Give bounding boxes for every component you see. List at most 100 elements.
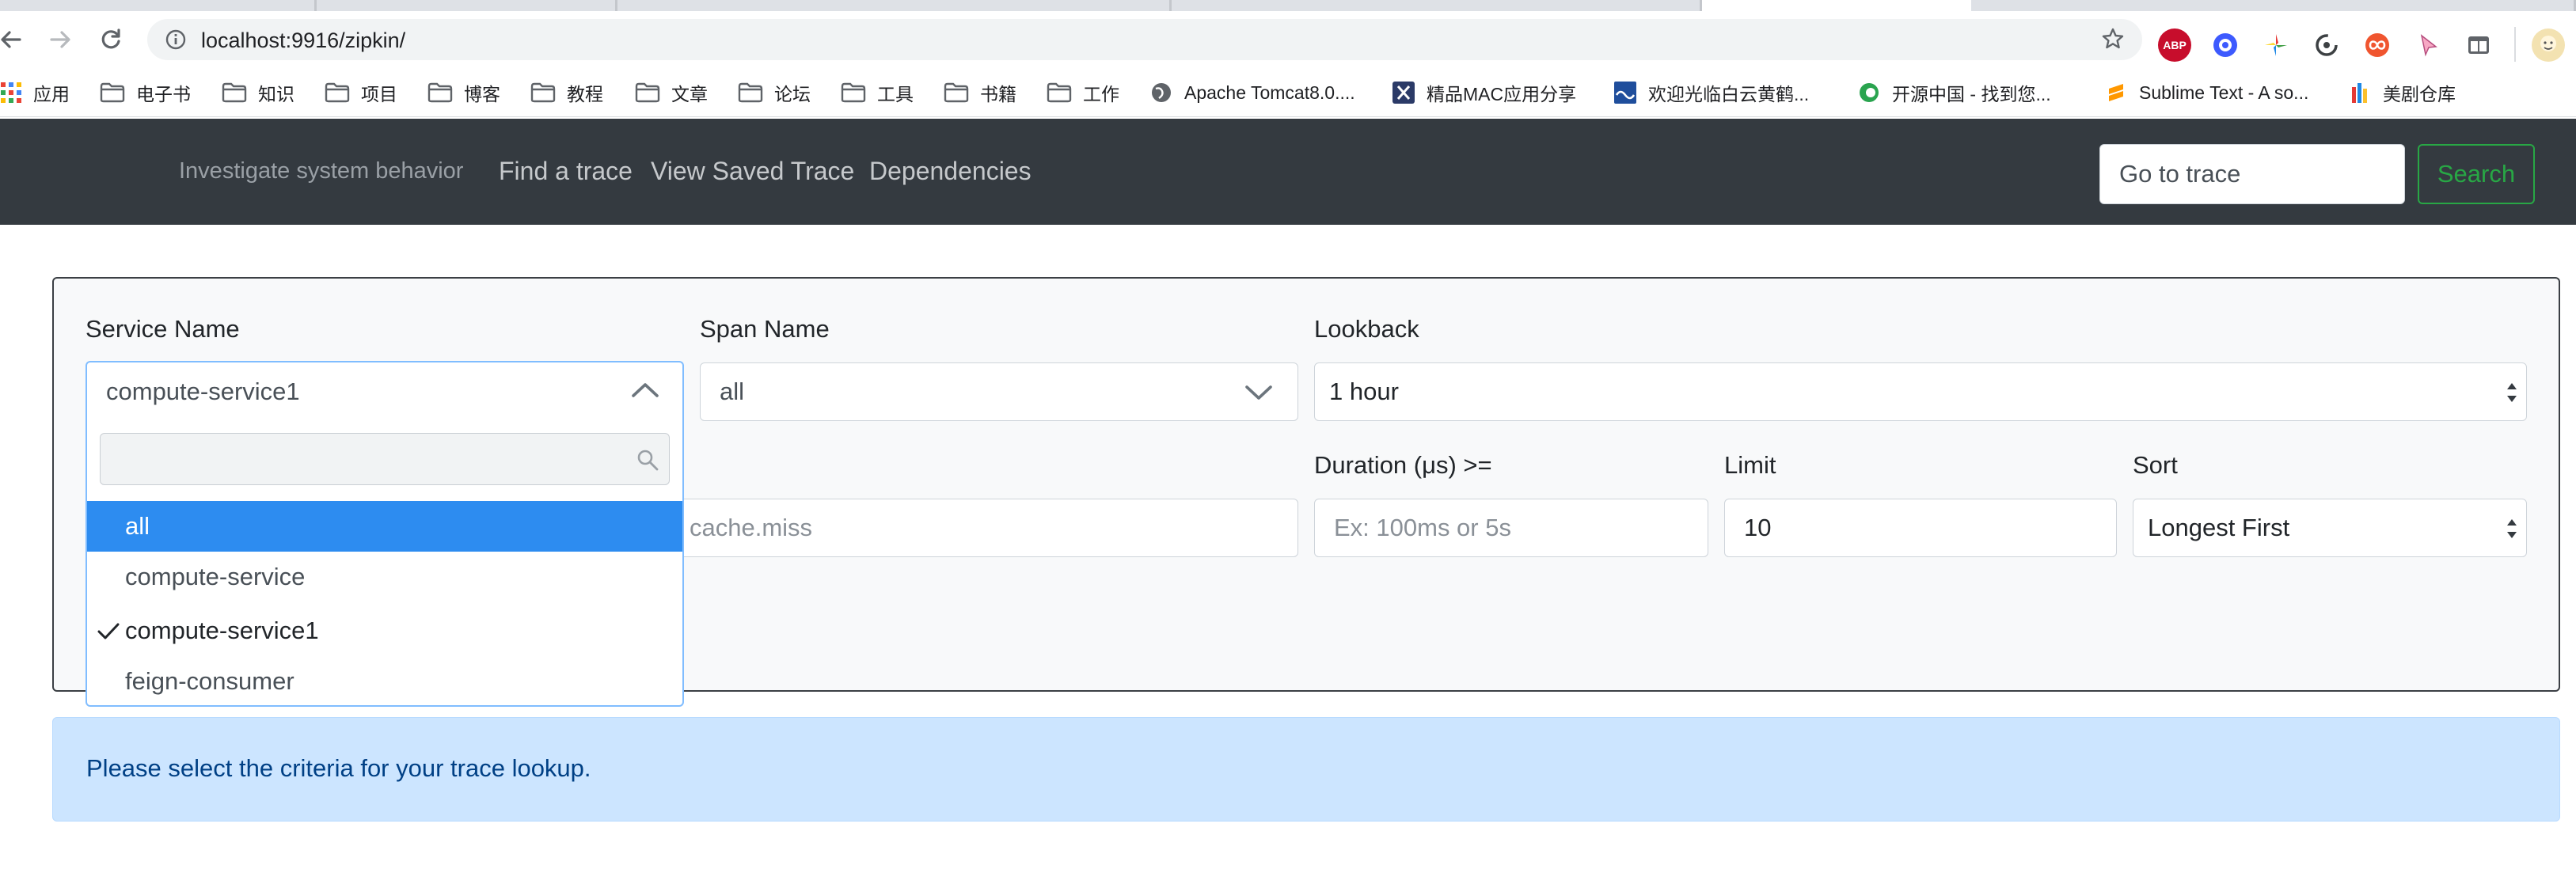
folder-icon bbox=[635, 82, 660, 103]
window-extension-icon[interactable] bbox=[2462, 28, 2495, 62]
folder-icon bbox=[427, 82, 453, 103]
search-icon bbox=[637, 450, 659, 471]
nav-find-trace[interactable]: Find a trace bbox=[499, 157, 633, 186]
folder-icon bbox=[530, 82, 556, 103]
search-button[interactable]: Search bbox=[2418, 144, 2535, 204]
chevron-up-icon bbox=[632, 383, 659, 397]
adblock-plus-icon[interactable]: ABP bbox=[2158, 28, 2191, 62]
service-name-value: compute-service1 bbox=[106, 378, 300, 405]
limit-label: Limit bbox=[1724, 451, 1776, 479]
info-alert: Please select the criteria for your trac… bbox=[52, 717, 2560, 822]
checkmark-icon bbox=[97, 623, 120, 639]
folder-icon bbox=[325, 82, 350, 103]
folder-icon bbox=[944, 82, 969, 103]
address-url[interactable]: localhost:9916/zipkin/ bbox=[201, 28, 405, 53]
browser-tab[interactable] bbox=[317, 0, 617, 11]
arrow-right-icon bbox=[50, 31, 70, 48]
navbar-tagline: Investigate system behavior bbox=[179, 158, 464, 184]
annotation-query-placeholder: cache.miss bbox=[690, 514, 813, 541]
service-name-dropdown: all compute-service compute-service1 fei… bbox=[85, 420, 684, 707]
span-name-value: all bbox=[720, 378, 745, 405]
duration-label: Duration (μs) >= bbox=[1314, 451, 1492, 479]
forward-button[interactable] bbox=[38, 17, 82, 62]
bookmark-meiju[interactable]: 美剧仓库 bbox=[2348, 76, 2456, 109]
bookmark-folder[interactable]: 知识 bbox=[222, 76, 294, 109]
browser-tab[interactable] bbox=[1971, 0, 2576, 11]
bookmark-apps[interactable]: 应用 bbox=[0, 76, 70, 109]
bookmarks-bar: 应用 电子书 知识 项目 博客 教程 文章 论坛 工具 书籍 工作 Apache… bbox=[0, 68, 2576, 117]
app-navbar: Investigate system behavior Find a trace… bbox=[0, 119, 2576, 225]
bookmark-folder[interactable]: 项目 bbox=[325, 76, 397, 109]
apps-grid-icon bbox=[0, 82, 22, 104]
lookback-select[interactable]: 1 hour bbox=[1314, 362, 2527, 421]
folder-icon bbox=[100, 82, 125, 103]
bookmark-folder[interactable]: 工作 bbox=[1047, 76, 1119, 109]
lookback-value: 1 hour bbox=[1329, 378, 1399, 405]
limit-value: 10 bbox=[1744, 514, 1772, 541]
dropdown-option-compute-service1[interactable]: compute-service1 bbox=[87, 605, 682, 656]
pinwheel-extension-icon[interactable] bbox=[2259, 28, 2293, 62]
browser-tab[interactable] bbox=[1172, 0, 1702, 11]
limit-input[interactable]: 10 bbox=[1724, 499, 2117, 557]
dropdown-option-all[interactable]: all bbox=[87, 501, 682, 552]
bookmark-star-icon[interactable] bbox=[2101, 27, 2125, 55]
lookback-label: Lookback bbox=[1314, 315, 1419, 343]
bookmark-oschina[interactable]: 开源中国 - 找到您... bbox=[1857, 76, 2051, 109]
reload-button[interactable] bbox=[89, 17, 133, 62]
service-name-select[interactable]: compute-service1 bbox=[85, 361, 684, 421]
bookmark-baiyun[interactable]: 欢迎光临白云黄鹤... bbox=[1613, 76, 1809, 109]
duration-input[interactable]: Ex: 100ms or 5s bbox=[1314, 499, 1708, 557]
info-alert-message: Please select the criteria for your trac… bbox=[86, 754, 591, 782]
duration-placeholder: Ex: 100ms or 5s bbox=[1334, 514, 1511, 541]
chevron-down-icon bbox=[1245, 385, 1272, 400]
back-button[interactable] bbox=[0, 17, 33, 62]
oschina-logo-icon bbox=[1857, 81, 1881, 104]
nav-dependencies[interactable]: Dependencies bbox=[869, 157, 1032, 186]
bookmark-folder[interactable]: 书籍 bbox=[944, 76, 1016, 109]
bookmark-mac-apps[interactable]: 精品MAC应用分享 bbox=[1392, 76, 1576, 109]
address-bar[interactable]: localhost:9916/zipkin/ bbox=[147, 19, 2142, 60]
sort-label: Sort bbox=[2133, 451, 2178, 479]
bookmark-folder[interactable]: 工具 bbox=[841, 76, 914, 109]
folder-icon bbox=[1047, 82, 1072, 103]
annotation-query-input[interactable]: cache.miss bbox=[625, 499, 1298, 557]
cursor-extension-icon[interactable] bbox=[2411, 28, 2445, 62]
sort-select[interactable]: Longest First bbox=[2133, 499, 2527, 557]
tower-logo-icon bbox=[2348, 81, 2372, 104]
browser-toolbar: localhost:9916/zipkin/ ABP bbox=[0, 11, 2576, 68]
span-name-select[interactable]: all bbox=[700, 362, 1298, 421]
bookmark-folder[interactable]: 博客 bbox=[427, 76, 500, 109]
sync-extension-icon[interactable] bbox=[2310, 28, 2343, 62]
browser-tab[interactable] bbox=[0, 0, 317, 11]
select-arrows-icon bbox=[2507, 383, 2517, 402]
dropdown-option-compute-service[interactable]: compute-service bbox=[87, 552, 682, 602]
browser-tab-active[interactable] bbox=[1702, 0, 1971, 11]
bookmark-folder[interactable]: 教程 bbox=[530, 76, 603, 109]
folder-icon bbox=[841, 82, 866, 103]
arrow-left-icon bbox=[1, 31, 21, 48]
rocket-extension-icon[interactable] bbox=[2209, 28, 2242, 62]
browser-tab[interactable] bbox=[617, 0, 1172, 11]
x-logo-icon bbox=[1392, 81, 1415, 104]
bookmark-folder[interactable]: 文章 bbox=[635, 76, 708, 109]
dropdown-option-feign-consumer[interactable]: feign-consumer bbox=[87, 656, 682, 707]
wave-logo-icon bbox=[1613, 81, 1637, 104]
site-info-icon[interactable] bbox=[165, 28, 187, 55]
bookmark-folder[interactable]: 电子书 bbox=[100, 76, 191, 109]
infinity-extension-icon[interactable] bbox=[2361, 28, 2394, 62]
bookmark-folder[interactable]: 论坛 bbox=[738, 76, 811, 109]
select-arrows-icon bbox=[2507, 519, 2517, 538]
span-name-label: Span Name bbox=[700, 315, 830, 343]
goto-trace-input[interactable]: Go to trace bbox=[2099, 144, 2405, 204]
globe-icon bbox=[1149, 81, 1173, 104]
bookmark-sublime[interactable]: Sublime Text - A so... bbox=[2104, 76, 2308, 109]
service-name-label: Service Name bbox=[85, 315, 240, 343]
profile-avatar[interactable] bbox=[2532, 28, 2565, 62]
nav-view-saved-trace[interactable]: View Saved Trace bbox=[651, 157, 854, 186]
folder-icon bbox=[222, 82, 247, 103]
browser-tab-strip bbox=[0, 0, 2576, 11]
bookmark-tomcat[interactable]: Apache Tomcat8.0.... bbox=[1149, 76, 1355, 109]
sort-value: Longest First bbox=[2148, 514, 2290, 541]
dropdown-search-input[interactable] bbox=[100, 433, 670, 485]
reload-icon bbox=[101, 28, 120, 49]
